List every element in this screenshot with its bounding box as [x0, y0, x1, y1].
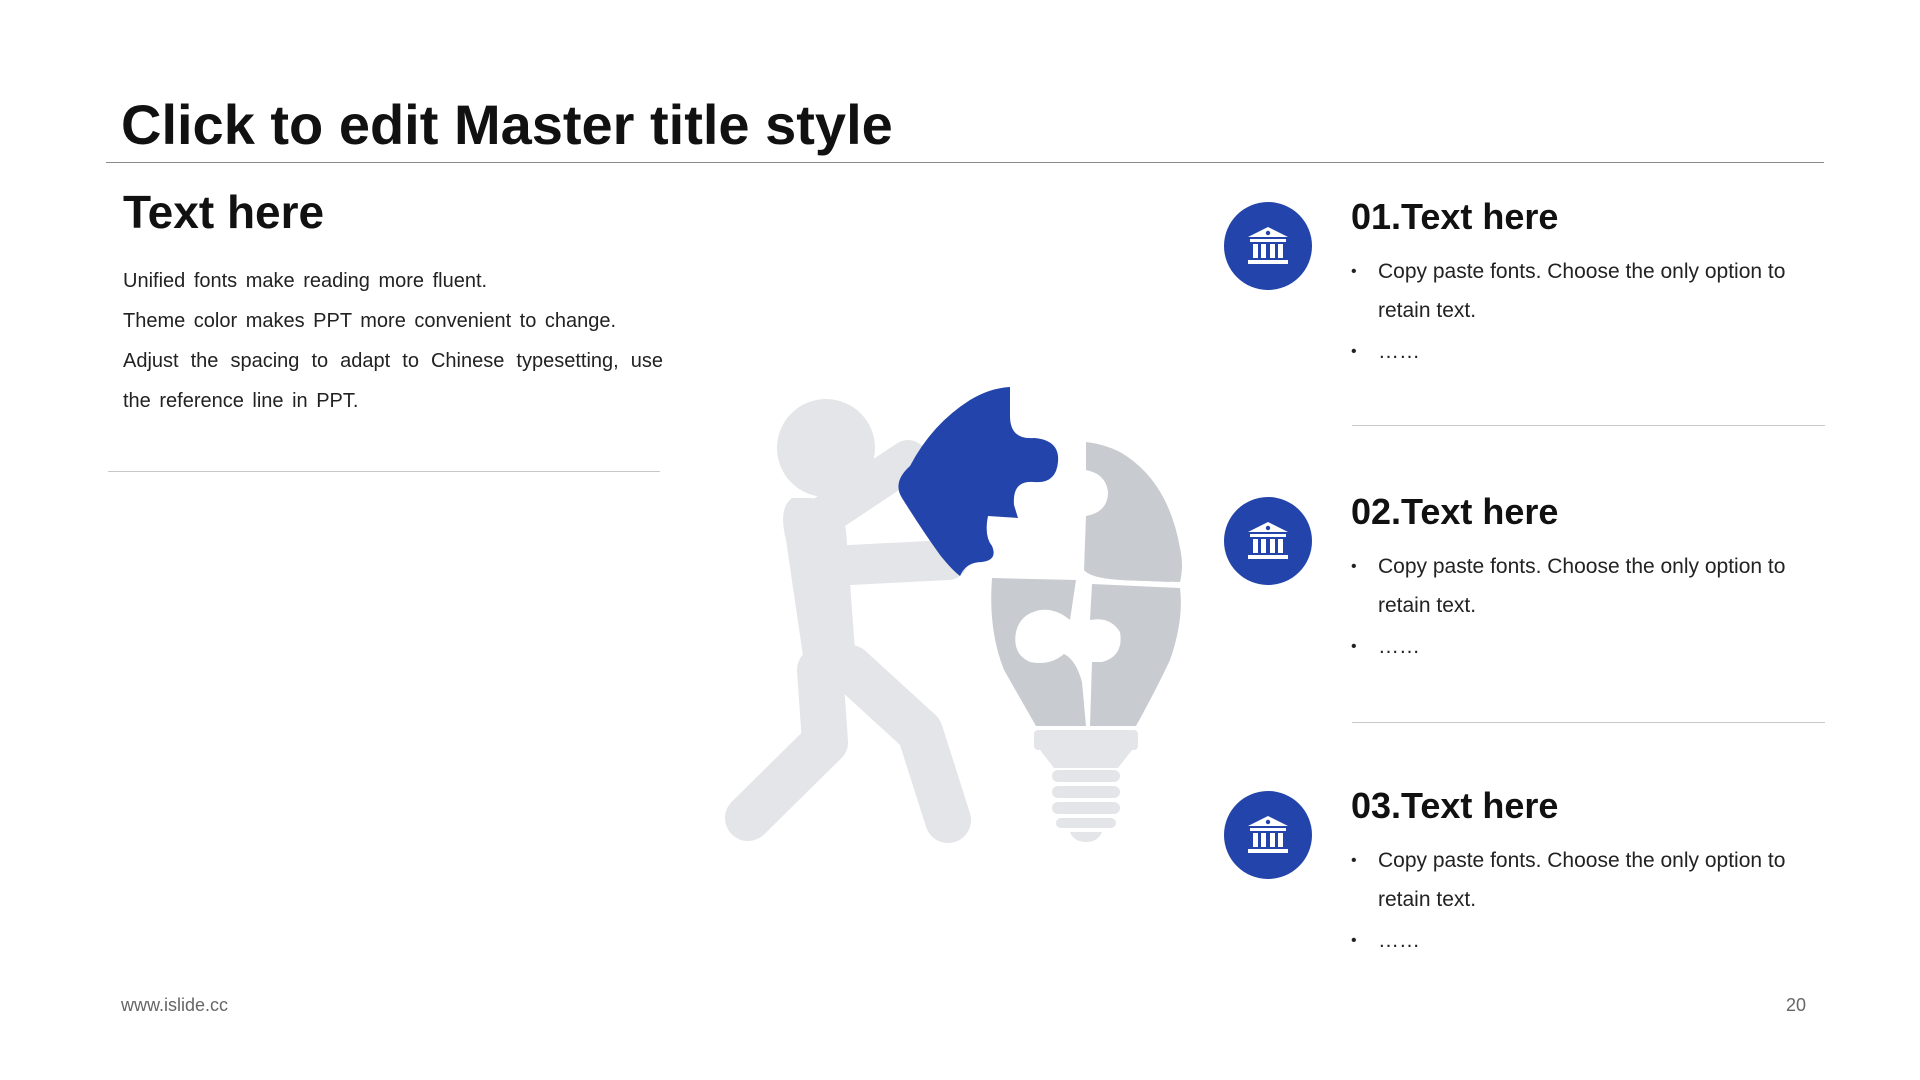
bullet-item[interactable]: Copy paste fonts. Choose the only option…	[1351, 252, 1841, 330]
item-title[interactable]: 01.Text here	[1351, 192, 1558, 242]
feature-item-3: 03.Text here Copy paste fonts. Choose th…	[1224, 785, 1824, 1001]
item-title[interactable]: 02.Text here	[1351, 487, 1558, 537]
bullet-item[interactable]: Copy paste fonts. Choose the only option…	[1351, 841, 1841, 919]
lightbulb-icon	[991, 442, 1182, 842]
puzzle-bulb-illustration	[725, 387, 1182, 843]
left-body-text[interactable]: Unified fonts make reading more fluent. …	[123, 261, 663, 421]
title-divider	[106, 162, 1824, 163]
item-divider	[1352, 425, 1825, 426]
item-bullet-list: Copy paste fonts. Choose the only option…	[1351, 547, 1841, 668]
footer-url: www.islide.cc	[121, 995, 229, 1015]
page-number: 20	[1786, 995, 1807, 1015]
left-body-line: Unified fonts make reading more fluent.	[123, 270, 488, 292]
item-bullet-list: Copy paste fonts. Choose the only option…	[1351, 841, 1841, 962]
bullet-item[interactable]: Copy paste fonts. Choose the only option…	[1351, 547, 1841, 625]
left-heading[interactable]: Text here	[123, 184, 324, 240]
bank-icon	[1224, 791, 1312, 879]
left-divider	[108, 471, 660, 472]
item-divider	[1352, 722, 1825, 723]
bullet-item[interactable]: ……	[1351, 921, 1841, 960]
feature-item-1: 01.Text here Copy paste fonts. Choose th…	[1224, 196, 1824, 412]
bullet-item[interactable]: ……	[1351, 332, 1841, 371]
bank-icon	[1224, 202, 1312, 290]
master-title[interactable]: Click to edit Master title style	[121, 90, 893, 160]
left-body-line: Adjust the spacing to adapt to Chinese t…	[123, 350, 663, 412]
feature-item-2: 02.Text here Copy paste fonts. Choose th…	[1224, 491, 1824, 707]
slide: Click to edit Master title style Text he…	[0, 0, 1920, 1080]
item-title[interactable]: 03.Text here	[1351, 781, 1558, 831]
left-body-line: Theme color makes PPT more convenient to…	[123, 310, 617, 332]
bullet-item[interactable]: ……	[1351, 627, 1841, 666]
item-bullet-list: Copy paste fonts. Choose the only option…	[1351, 252, 1841, 373]
bank-icon	[1224, 497, 1312, 585]
